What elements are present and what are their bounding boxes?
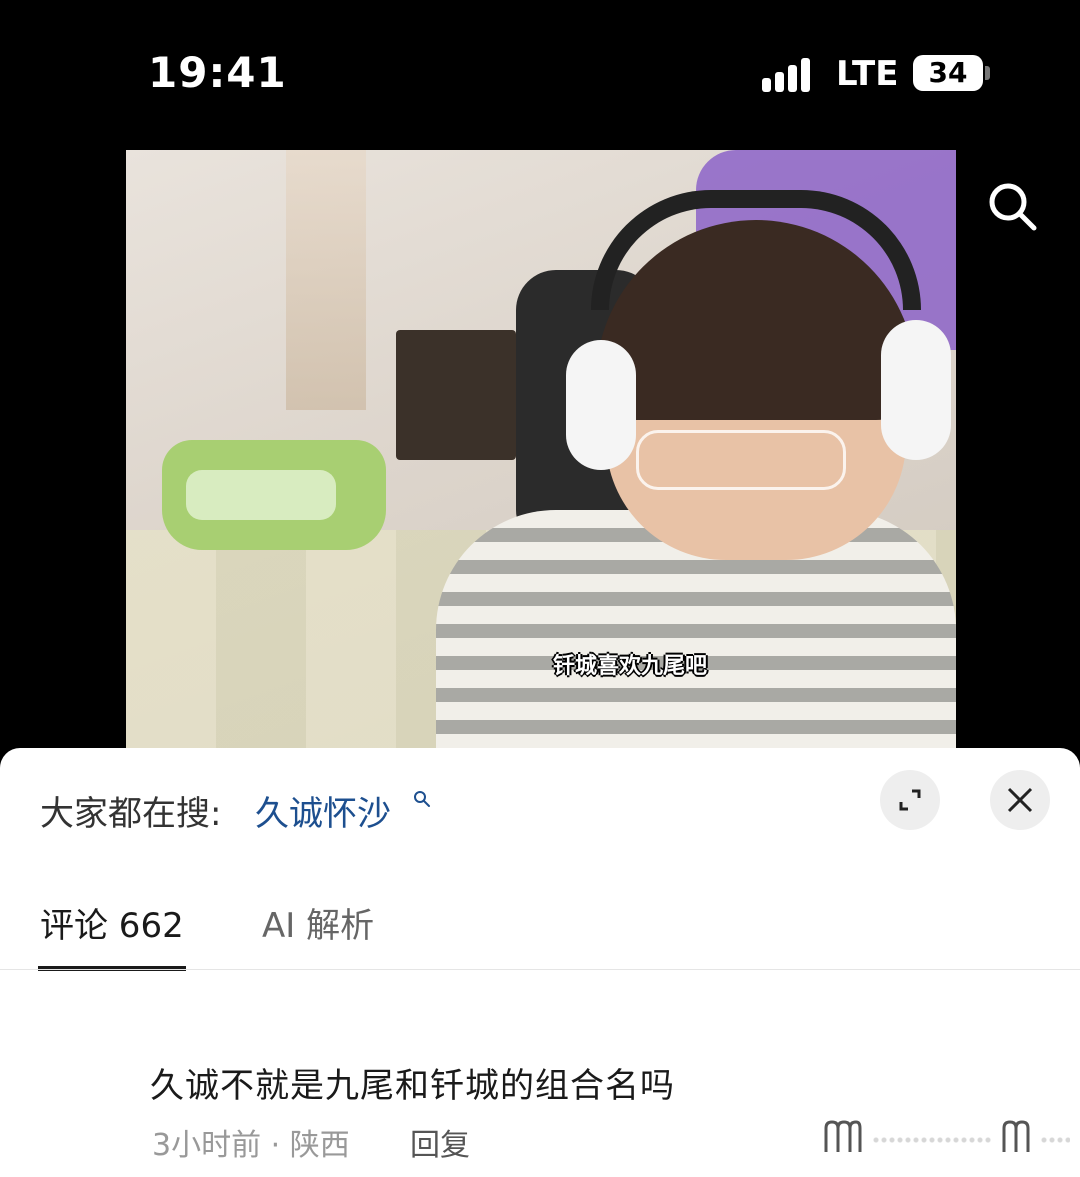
battery-level: 34 bbox=[928, 56, 968, 89]
battery-tip bbox=[985, 66, 990, 80]
video-subtitle: 钎城喜欢九尾吧 bbox=[552, 654, 707, 679]
faded-overflow-dots bbox=[1040, 1137, 1070, 1143]
close-button[interactable] bbox=[990, 770, 1050, 830]
video-player[interactable]: 钎城喜欢九尾吧 bbox=[126, 150, 956, 748]
video-wall-frame bbox=[396, 330, 516, 460]
trending-label: 大家都在搜: bbox=[40, 794, 222, 834]
comment-meta: 3小时前 · 陕西 bbox=[152, 1128, 350, 1163]
divider bbox=[0, 969, 1080, 970]
video-glasses bbox=[636, 430, 846, 490]
tab-ai-analysis[interactable]: AI 解析 bbox=[262, 898, 374, 947]
comment-text: 久诚不就是九尾和钎城的组合名吗 bbox=[150, 1066, 675, 1106]
search-icon[interactable] bbox=[984, 178, 1040, 234]
reply-button[interactable]: 回复 bbox=[410, 1120, 470, 1164]
expand-icon bbox=[899, 789, 921, 811]
expand-button[interactable] bbox=[880, 770, 940, 830]
video-headphone-left bbox=[566, 340, 636, 470]
network-label: LTE bbox=[836, 54, 899, 94]
status-time: 19:41 bbox=[148, 48, 287, 97]
faded-overflow-dots bbox=[872, 1137, 992, 1143]
like-icon[interactable] bbox=[822, 1120, 862, 1154]
comments-sheet: 大家都在搜: 久诚怀沙 评论 662 AI 解析 久诚不就是九尾和钎城的组合名吗… bbox=[0, 748, 1080, 1177]
video-shelf bbox=[286, 150, 366, 410]
signal-icon bbox=[762, 56, 818, 92]
video-headphone-right bbox=[881, 320, 951, 460]
tab-comments[interactable]: 评论 662 bbox=[40, 898, 184, 947]
like-icon[interactable] bbox=[1000, 1120, 1040, 1154]
video-pet-bed-cushion bbox=[186, 470, 336, 520]
close-icon bbox=[1007, 787, 1033, 813]
battery-icon: 34 bbox=[913, 55, 983, 91]
trending-query-link[interactable]: 久诚怀沙 bbox=[255, 786, 391, 835]
search-icon[interactable] bbox=[413, 790, 431, 808]
